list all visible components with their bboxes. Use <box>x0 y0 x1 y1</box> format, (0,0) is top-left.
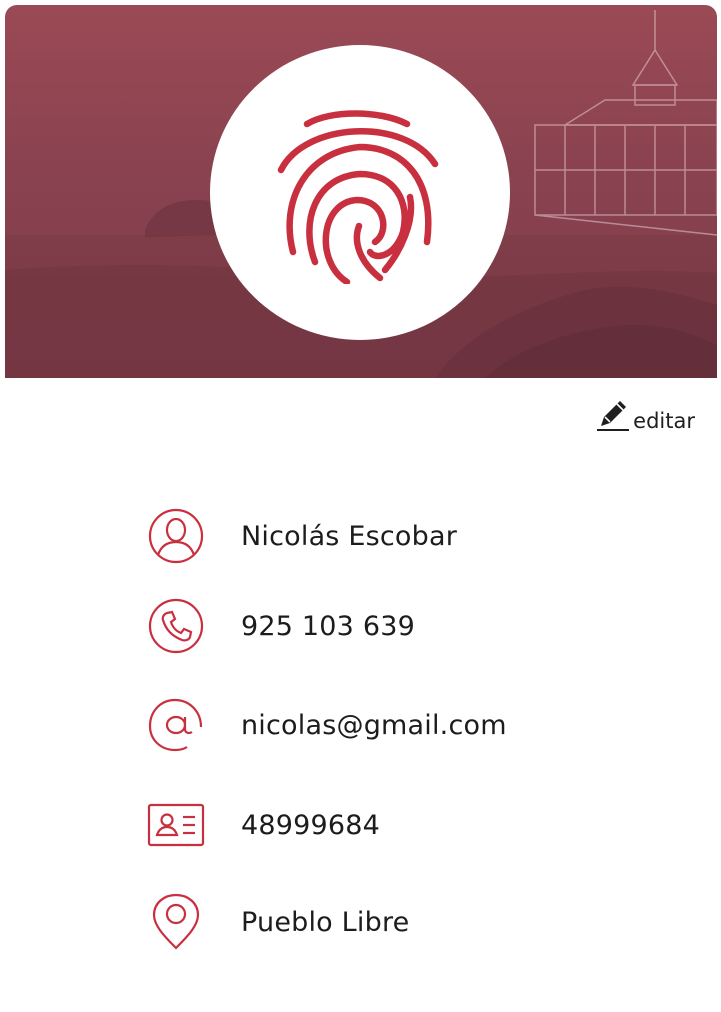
info-row-name: Nicolás Escobar <box>147 507 457 565</box>
avatar[interactable] <box>210 45 510 340</box>
document-value: 48999684 <box>241 809 381 841</box>
location-value: Pueblo Libre <box>241 906 410 938</box>
email-value: nicolas@gmail.com <box>241 709 507 741</box>
header-banner <box>5 5 717 378</box>
at-sign-icon <box>147 696 205 754</box>
pencil-icon <box>597 401 630 431</box>
phone-icon <box>147 597 205 655</box>
info-row-email: nicolas@gmail.com <box>147 696 507 754</box>
name-value: Nicolás Escobar <box>241 520 458 552</box>
fingerprint-icon <box>277 109 439 284</box>
info-row-location: Pueblo Libre <box>147 893 409 951</box>
phone-value: 925 103 639 <box>241 610 415 642</box>
location-pin-icon <box>147 893 205 951</box>
user-circle-icon <box>147 507 205 565</box>
info-row-document: 48999684 <box>147 796 380 854</box>
info-row-phone: 925 103 639 <box>147 597 415 655</box>
edit-label: editar <box>633 409 695 433</box>
id-card-icon <box>147 796 205 854</box>
edit-button[interactable]: editar <box>595 396 695 432</box>
